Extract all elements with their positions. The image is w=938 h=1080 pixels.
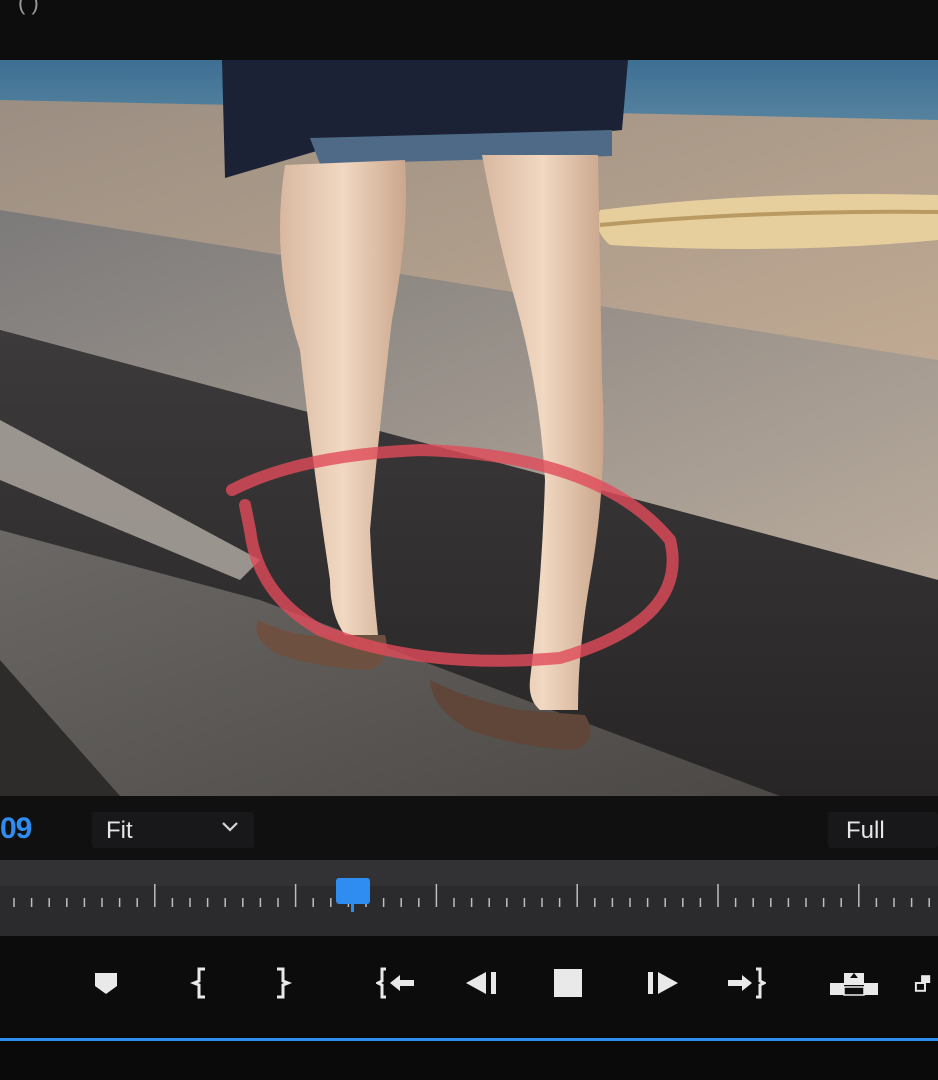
monitor-title-bar: ( ) [0,0,938,60]
go-to-in-button[interactable] [374,960,418,1006]
video-preview [0,60,938,796]
step-forward-icon [648,972,678,994]
step-back-icon [466,972,496,994]
mark-out-icon [277,967,293,999]
time-ruler[interactable] [0,860,938,936]
mark-in-button[interactable] [178,960,222,1006]
mark-in-icon [189,967,205,999]
marker-icon [95,973,117,994]
stop-icon [554,969,582,997]
video-frame-image [0,60,938,796]
go-to-out-icon [728,967,766,999]
lift-button[interactable] [826,960,882,1006]
playhead-timecode[interactable]: 09 [0,812,32,846]
lift-icon [830,973,878,996]
panel-menu-icon[interactable]: ( ) [18,0,39,16]
zoom-level-select[interactable]: Fit [92,812,254,848]
mark-out-button[interactable] [260,960,304,1006]
step-forward-button[interactable] [640,960,684,1006]
step-back-button[interactable] [460,960,504,1006]
extract-button[interactable] [912,960,938,1006]
panel-footer [0,1041,938,1080]
go-to-in-icon [376,967,414,999]
playback-resolution-value: Full [846,817,885,844]
ruler-ticks [13,884,930,907]
go-to-out-button[interactable] [724,960,768,1006]
add-marker-button[interactable] [84,960,128,1006]
playback-resolution-select[interactable]: Full [828,812,938,848]
zoom-level-value: Fit [106,817,133,844]
chevron-down-icon [222,822,238,832]
extract-icon [914,975,931,992]
playhead-stem [351,900,354,912]
stop-button[interactable] [546,960,590,1006]
